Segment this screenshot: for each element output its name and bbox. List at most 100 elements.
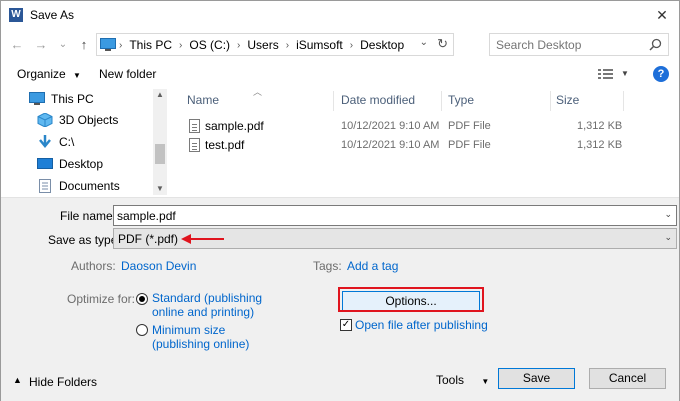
search-box[interactable] <box>489 33 669 56</box>
save-options-panel: File name: ⌄ Save as type: PDF (*.pdf) ⌄… <box>1 197 679 401</box>
authors-label: Authors: <box>71 259 116 273</box>
recent-locations-button[interactable]: ⌄ <box>55 35 71 55</box>
chevron-down-icon[interactable]: ⌄ <box>664 209 672 220</box>
open-after-publishing-label[interactable]: Open file after publishing <box>355 318 488 332</box>
scroll-down-icon[interactable]: ▼ <box>153 183 167 195</box>
pdf-file-icon <box>189 119 200 133</box>
column-header-date[interactable]: Date modified <box>341 93 415 107</box>
file-size: 1,312 KB <box>577 120 623 132</box>
download-arrow-icon <box>39 135 51 148</box>
tools-button[interactable]: Tools ▼ <box>436 373 489 387</box>
optimize-for-label: Optimize for: <box>67 292 136 306</box>
command-bar: Organize ▼ New folder ▼ ? <box>1 61 679 87</box>
column-header-name[interactable]: Name <box>187 93 219 107</box>
save-button[interactable]: Save <box>498 368 575 389</box>
this-pc-icon <box>100 38 116 51</box>
optimize-standard-radio[interactable] <box>136 293 148 305</box>
breadcrumb-chevron-icon: › <box>119 39 123 51</box>
view-options-icon[interactable] <box>598 68 614 80</box>
organize-label: Organize <box>17 67 66 81</box>
forward-button[interactable]: → <box>33 35 49 55</box>
column-divider[interactable] <box>623 91 624 111</box>
up-button[interactable]: ↑ <box>76 35 92 55</box>
chevron-down-icon: ▼ <box>73 71 81 80</box>
cancel-button[interactable]: Cancel <box>589 368 666 389</box>
file-row[interactable]: test.pdf 10/12/2021 9:10 AM PDF File 1,3… <box>187 136 627 156</box>
organize-button[interactable]: Organize ▼ <box>17 67 81 81</box>
documents-icon <box>39 179 51 193</box>
nav-item-documents[interactable]: Documents <box>37 176 120 196</box>
save-as-dialog: W Save As ✕ ← → ⌄ ↑ › This PC › OS (C:) … <box>0 0 680 401</box>
sort-ascending-icon: ︿ <box>253 87 263 97</box>
authors-value[interactable]: Daoson Devin <box>121 259 196 273</box>
breadcrumb-this-pc[interactable]: This PC <box>129 38 172 52</box>
file-row[interactable]: sample.pdf 10/12/2021 9:10 AM PDF File 1… <box>187 117 627 137</box>
column-divider[interactable] <box>333 91 334 111</box>
computer-icon <box>29 92 45 105</box>
nav-pane-scrollbar[interactable]: ▲ ▼ <box>153 89 167 195</box>
column-header-type[interactable]: Type <box>448 93 474 107</box>
file-name-label: File name: <box>60 209 117 223</box>
file-name: test.pdf <box>205 138 245 152</box>
nav-item-label: 3D Objects <box>59 113 119 127</box>
optimize-minimum-label-line1[interactable]: Minimum size <box>152 323 225 337</box>
hide-folders-button[interactable]: Hide Folders <box>29 375 97 389</box>
breadcrumb-chevron-icon: › <box>179 39 183 51</box>
nav-item-this-pc[interactable]: This PC <box>29 89 94 109</box>
file-list: ︿ Name Date modified Type Size sample.pd… <box>171 87 677 197</box>
address-bar[interactable]: › This PC › OS (C:) › Users › iSumsoft ›… <box>96 33 454 56</box>
open-after-publishing-checkbox[interactable]: ✓ <box>340 319 352 331</box>
tags-label: Tags: <box>313 259 342 273</box>
file-name-input[interactable] <box>117 208 637 223</box>
tags-value[interactable]: Add a tag <box>347 259 398 273</box>
chevron-down-icon: ⌄ <box>664 232 672 242</box>
nav-item-label: Desktop <box>59 157 104 171</box>
file-date: 10/12/2021 9:10 AM <box>341 120 440 132</box>
column-header-size[interactable]: Size <box>556 93 579 107</box>
refresh-icon[interactable]: ↻ <box>437 36 448 52</box>
close-button[interactable]: ✕ <box>651 5 673 25</box>
breadcrumb-os-c[interactable]: OS (C:) <box>189 38 230 52</box>
optimize-minimum-radio[interactable] <box>136 324 148 336</box>
new-folder-button[interactable]: New folder <box>99 67 156 81</box>
red-arrow-icon <box>181 234 224 244</box>
chevron-down-icon[interactable]: ⌄ <box>420 37 428 48</box>
word-app-icon: W <box>9 8 23 22</box>
save-as-type-label: Save as type: <box>48 233 121 247</box>
chevron-up-icon[interactable]: ▲ <box>13 375 22 385</box>
optimize-minimum-label-line2[interactable]: (publishing online) <box>152 337 249 351</box>
column-divider[interactable] <box>441 91 442 111</box>
optimize-standard-label-line2[interactable]: online and printing) <box>152 305 254 319</box>
nav-item-label: Documents <box>59 179 120 193</box>
breadcrumb-chevron-icon: › <box>349 39 354 51</box>
file-type: PDF File <box>448 120 491 132</box>
column-divider[interactable] <box>550 91 551 111</box>
title-bar: W Save As ✕ <box>1 1 679 29</box>
nav-item-desktop[interactable]: Desktop <box>37 154 103 174</box>
nav-item-c-drive[interactable]: C:\ <box>37 132 74 152</box>
breadcrumb-desktop[interactable]: Desktop <box>360 38 404 52</box>
breadcrumb-isumsoft[interactable]: iSumsoft <box>296 38 343 52</box>
file-size: 1,312 KB <box>577 139 623 151</box>
file-name-field[interactable]: ⌄ <box>113 205 677 226</box>
save-as-type-value: PDF (*.pdf) <box>118 232 179 246</box>
pdf-file-icon <box>189 138 200 152</box>
back-button[interactable]: ← <box>9 35 25 55</box>
search-icon[interactable] <box>649 38 662 51</box>
nav-item-label: This PC <box>51 92 94 106</box>
optimize-standard-label-line1[interactable]: Standard (publishing <box>152 291 262 305</box>
nav-item-label: C:\ <box>59 135 75 149</box>
breadcrumb: › This PC › OS (C:) › Users › iSumsoft ›… <box>119 38 404 52</box>
chevron-down-icon: ▼ <box>481 377 490 386</box>
scrollbar-thumb[interactable] <box>155 144 165 164</box>
breadcrumb-chevron-icon: › <box>237 39 241 51</box>
chevron-down-icon[interactable]: ▼ <box>621 69 629 78</box>
search-input[interactable] <box>496 37 636 53</box>
cube-icon <box>37 113 53 127</box>
scroll-up-icon[interactable]: ▲ <box>153 89 167 101</box>
help-icon[interactable]: ? <box>653 66 669 82</box>
nav-item-3d-objects[interactable]: 3D Objects <box>37 110 118 130</box>
highlight-box <box>338 287 484 312</box>
file-date: 10/12/2021 9:10 AM <box>341 139 440 151</box>
breadcrumb-users[interactable]: Users <box>247 38 278 52</box>
